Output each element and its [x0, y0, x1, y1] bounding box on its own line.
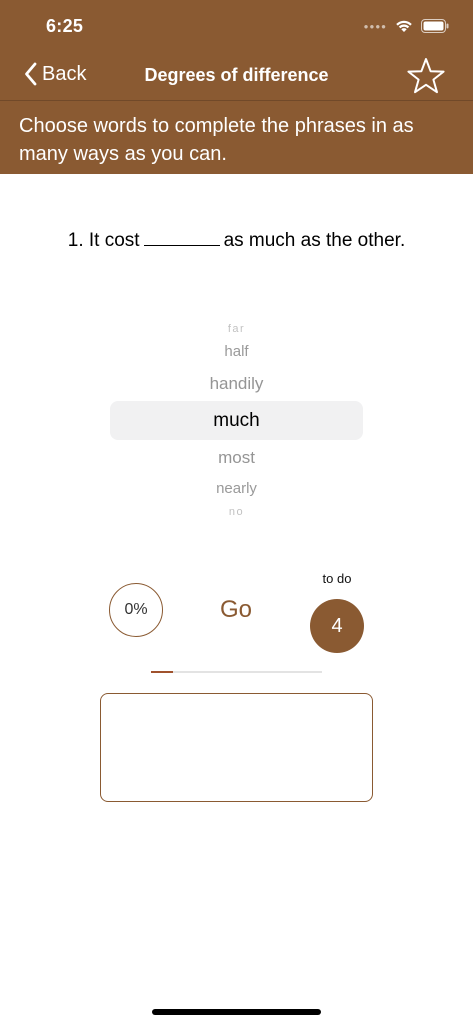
signal-dots-icon: ●●●●	[363, 21, 387, 31]
battery-icon	[421, 19, 449, 33]
picker-item[interactable]: nearly	[110, 480, 363, 498]
nav-divider	[0, 100, 473, 101]
status-time: 6:25	[46, 16, 84, 36]
picker-item[interactable]: far	[110, 322, 363, 336]
word-picker[interactable]: far half handily much most nearly no	[110, 312, 363, 526]
question-prefix: 1. It cost	[67, 230, 140, 251]
star-outline-icon[interactable]	[406, 56, 446, 96]
todo-label: to do	[322, 571, 352, 586]
instructions-text: Choose words to complete the phrases in …	[19, 115, 414, 165]
picker-item[interactable]: handily	[110, 373, 363, 395]
picker-item[interactable]: most	[110, 447, 363, 469]
home-indicator[interactable]	[152, 1009, 321, 1015]
status-icons: ●●●●	[364, 16, 449, 36]
todo-count-badge: 4	[310, 599, 364, 653]
picker-item[interactable]: half	[110, 343, 363, 361]
navigation-bar: Back Degrees of difference	[0, 52, 473, 100]
picker-item[interactable]: no	[110, 505, 363, 516]
picker-item-selected[interactable]: much	[110, 409, 363, 433]
page-title: Degrees of difference	[144, 65, 329, 85]
progress-bar	[151, 671, 322, 673]
question-blank	[143, 230, 220, 246]
question-suffix: as much as the other.	[223, 230, 406, 251]
score-percent-badge: 0%	[109, 583, 163, 637]
wifi-icon	[396, 20, 412, 32]
answer-box[interactable]	[100, 693, 373, 802]
go-button[interactable]: Go	[196, 596, 276, 624]
progress-bar-fill	[151, 671, 174, 673]
question-sentence: 1. It cost as much as the other.	[0, 230, 473, 252]
header: 6:25 ●●●● Back Degrees of difference Cho…	[0, 0, 473, 174]
